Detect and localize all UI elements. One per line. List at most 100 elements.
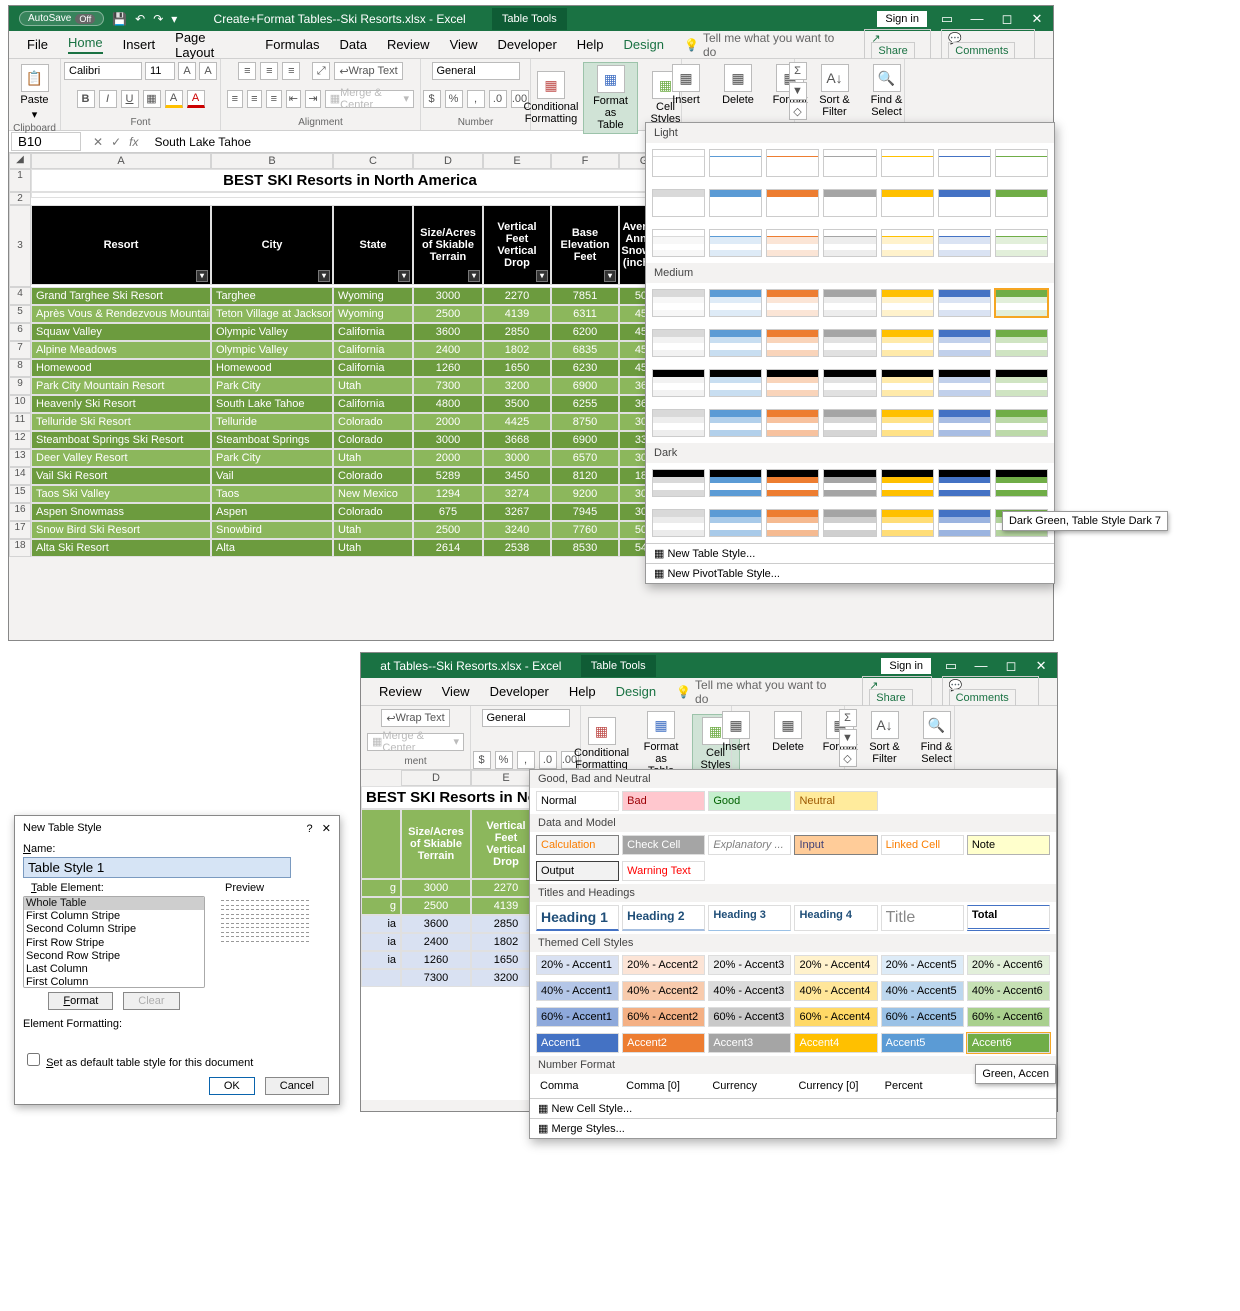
clear-icon[interactable]: ◇ [789,102,807,120]
shrink-font-icon[interactable]: A [199,62,217,80]
cell[interactable]: 7300 [401,969,471,987]
cs-accent[interactable]: 20% - Accent4 [794,955,877,975]
table-style-swatch[interactable] [709,409,762,437]
table-cell[interactable]: Après Vous & Rendezvous Mountain [31,305,211,323]
table-cell[interactable]: 2538 [483,539,551,557]
style-name-input[interactable] [23,857,291,878]
table-style-swatch[interactable] [766,469,819,497]
table-cell[interactable]: Deer Valley Resort [31,449,211,467]
cancel-fx-icon[interactable]: ✕ [93,135,103,149]
cs-accent[interactable]: 20% - Accent1 [536,955,619,975]
cs-expl[interactable]: Explanatory ... [708,835,791,855]
table-cell[interactable]: Colorado [333,503,413,521]
table-cell[interactable]: 3600 [413,323,483,341]
table-cell[interactable]: Taos [211,485,333,503]
comma-icon[interactable]: , [467,90,485,108]
font-name[interactable] [64,62,142,80]
table-style-swatch[interactable] [766,189,819,217]
cs-h1[interactable]: Heading 1 [536,905,619,931]
table-cell[interactable]: 6835 [551,341,619,359]
table-cell[interactable]: Utah [333,377,413,395]
clear-icon-2[interactable]: ◇ [839,749,857,767]
table-cell[interactable]: Park City [211,449,333,467]
table-cell[interactable]: 7851 [551,287,619,305]
table-cell[interactable]: 2500 [413,521,483,539]
enter-fx-icon[interactable]: ✓ [111,135,121,149]
cs-accent[interactable]: Accent5 [881,1033,964,1053]
table-header[interactable]: Size/Acres of Skiable Terrain▾ [413,205,483,285]
fx-icon[interactable]: fx [129,135,138,149]
table-cell[interactable]: 3000 [413,431,483,449]
table-style-swatch[interactable] [881,509,934,537]
table-style-swatch[interactable] [709,329,762,357]
tab-view-2[interactable]: View [442,684,470,699]
accounting-icon[interactable]: $ [423,90,441,108]
table-cell[interactable]: 8120 [551,467,619,485]
table-style-swatch[interactable] [881,149,934,177]
cell[interactable]: 2500 [401,897,471,915]
table-cell[interactable]: 2000 [413,413,483,431]
table-style-swatch[interactable] [995,409,1048,437]
col-D[interactable]: D [401,770,471,786]
cs-accent[interactable]: 20% - Accent6 [967,955,1050,975]
cell[interactable]: 1260 [401,951,471,969]
table-cell[interactable]: 8750 [551,413,619,431]
delete-cells-2[interactable]: ▦Delete [764,709,812,755]
orientation-icon[interactable]: ⤢ [312,62,330,80]
table-style-swatch[interactable] [652,329,705,357]
dialog-help-icon[interactable]: ? [306,823,312,835]
cs-comma[interactable]: Comma [536,1077,619,1095]
table-cell[interactable]: 7300 [413,377,483,395]
table-style-swatch[interactable] [652,409,705,437]
table-cell[interactable]: 2614 [413,539,483,557]
minimize-icon[interactable]: — [967,11,987,26]
ribbon-display-icon-2[interactable]: ▭ [941,658,961,674]
autosum-icon[interactable]: Σ [789,62,807,80]
table-style-swatch[interactable] [995,149,1048,177]
table-cell[interactable]: 8530 [551,539,619,557]
cs-h3[interactable]: Heading 3 [708,905,791,931]
indent-dec-icon[interactable]: ⇤ [286,90,302,108]
table-style-swatch[interactable] [823,229,876,257]
table-cell[interactable]: 3668 [483,431,551,449]
cell[interactable] [361,969,401,987]
table-cell[interactable]: Snow Bird Ski Resort [31,521,211,539]
cs-normal[interactable]: Normal [536,791,619,811]
cell[interactable]: 3600 [401,915,471,933]
fill-color-icon[interactable]: A [165,90,183,108]
table-cell[interactable]: Olympic Valley [211,341,333,359]
delete-cells[interactable]: ▦Delete [714,62,762,108]
table-style-swatch[interactable] [823,509,876,537]
table-style-swatch[interactable] [709,189,762,217]
table-cell[interactable]: Aspen Snowmass [31,503,211,521]
table-cell[interactable]: 6230 [551,359,619,377]
table-style-swatch[interactable] [995,289,1048,317]
share-button-2[interactable]: ↗ Share [862,676,931,707]
table-cell[interactable]: 6900 [551,377,619,395]
align-top-icon[interactable]: ≡ [238,62,256,80]
cs-total[interactable]: Total [967,905,1050,931]
table-style-swatch[interactable] [938,189,991,217]
accounting-icon-2[interactable]: $ [473,751,491,769]
table-cell[interactable]: Heavenly Ski Resort [31,395,211,413]
table-style-swatch[interactable] [823,329,876,357]
cs-check[interactable]: Check Cell [622,835,705,855]
table-cell[interactable]: Park City Mountain Resort [31,377,211,395]
table-header[interactable]: Resort▾ [31,205,211,285]
tab-formulas[interactable]: Formulas [265,37,319,52]
table-header[interactable]: Vertical Feet Vertical Drop▾ [483,205,551,285]
table-cell[interactable]: 2270 [483,287,551,305]
tab-developer-2[interactable]: Developer [490,684,549,699]
table-cell[interactable]: 6255 [551,395,619,413]
tab-insert[interactable]: Insert [123,37,156,52]
table-cell[interactable]: 3000 [483,449,551,467]
cond-fmt-2[interactable]: ▦Conditional Formatting [572,715,630,773]
cs-accent[interactable]: 20% - Accent5 [881,955,964,975]
table-cell[interactable]: Grand Targhee Ski Resort [31,287,211,305]
col-header[interactable]: D [413,153,483,169]
cs-h4[interactable]: Heading 4 [794,905,877,931]
cs-accent[interactable]: Accent3 [708,1033,791,1053]
table-cell[interactable]: 6900 [551,431,619,449]
cs-h2[interactable]: Heading 2 [622,905,705,931]
table-cell[interactable]: Aspen [211,503,333,521]
